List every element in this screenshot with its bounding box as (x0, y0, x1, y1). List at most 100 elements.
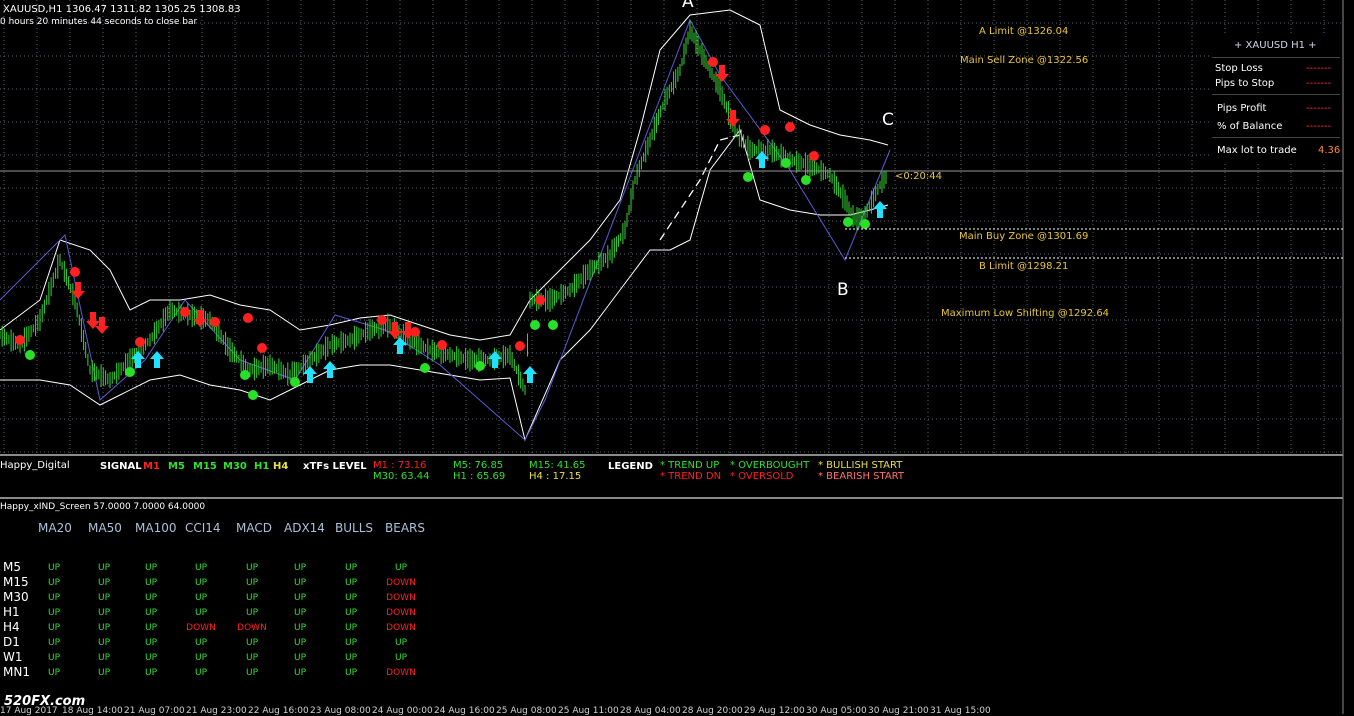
screen-row-tf: MN1 (3, 665, 30, 679)
legend-trend-dn: * TREND DN (660, 471, 722, 482)
bearish-dot (15, 335, 25, 345)
screen-cell: UP (293, 638, 306, 648)
bullish-dot (290, 377, 300, 387)
bearish-dot (785, 122, 795, 132)
screen-cell: UP (344, 623, 357, 633)
screen-cell: UP (194, 653, 207, 663)
bar-timer: 0 hours 20 minutes 44 seconds to close b… (0, 17, 198, 27)
time-axis-label: 28 Aug 20:00 (682, 706, 743, 716)
screen-cell: UP (293, 563, 306, 573)
bar-countdown: <0:20:44 (895, 171, 942, 182)
screen-cell: UP (97, 608, 110, 618)
price-chart[interactable] (0, 0, 1354, 714)
xtfs-level-label: xTFs LEVEL (303, 461, 367, 472)
screen-title: Happy_xIND_Screen 57.0000 7.0000 64.0000 (0, 502, 206, 512)
screen-header: MA100 (135, 521, 177, 535)
sell-arrow (95, 317, 109, 334)
signal-tf-m30: M30 (223, 461, 247, 472)
wave-label-a: A (682, 0, 694, 12)
signal-tf-m1: M1 (143, 461, 160, 472)
level-m5: M5: 76.85 (453, 460, 504, 471)
screen-cell: UP (144, 578, 157, 588)
screen-cell: UP (245, 608, 258, 618)
level-m1: M1 : 73.16 (373, 460, 427, 471)
bearish-dot (243, 313, 253, 323)
buy-arrow (873, 201, 887, 218)
signal-tf-h4: H4 (273, 461, 289, 472)
screen-cell: UP (245, 653, 258, 663)
bearish-dot (180, 307, 190, 317)
screen-header: MA20 (38, 521, 72, 535)
lower-band (0, 128, 889, 442)
screen-cell: UP (144, 608, 157, 618)
bullish-dot (475, 361, 485, 371)
screen-cell: UP (245, 668, 258, 678)
level-h1: H1 : 65.69 (453, 471, 506, 482)
screen-cell: UP (344, 608, 357, 618)
screen-cell: UP (97, 653, 110, 663)
screen-cell: UP (293, 668, 306, 678)
screen-cell: UP (144, 638, 157, 648)
bullish-dot (781, 158, 791, 168)
screen-cell: UP (293, 608, 306, 618)
screen-cell: UP (344, 653, 357, 663)
bearish-dot (135, 337, 145, 347)
screen-cell: UP (293, 578, 306, 588)
b-limit-label: B Limit @1298.21 (979, 261, 1069, 272)
bullish-dot (843, 217, 853, 227)
signal-tf-m15: M15 (193, 461, 217, 472)
bearish-dot (210, 317, 220, 327)
trade-panel: + XAUUSD H1 + Stop Loss ------- Pips to … (1210, 36, 1342, 162)
main-buy-zone-label: Main Buy Zone @1301.69 (959, 231, 1089, 242)
legend-overbought: * OVERBOUGHT (730, 460, 810, 471)
sell-arrow (715, 65, 729, 82)
screen-cell: UP (194, 608, 207, 618)
legend-bearish-start: * BEARISH START (818, 471, 904, 482)
screen-header: BEARS (385, 521, 425, 535)
screen-row-tf: M30 (3, 590, 29, 604)
buy-arrow (150, 351, 164, 368)
screen-cell: UP (47, 668, 60, 678)
bullish-dot (25, 350, 35, 360)
panel-max-lot-value: 4.36 (1318, 145, 1341, 156)
legend-trend-up: * TREND UP (660, 460, 720, 471)
screen-cell: UP (344, 593, 357, 603)
time-axis-label: 23 Aug 08:00 (310, 706, 371, 716)
screen-cell: UP (47, 608, 60, 618)
upper-band (0, 9, 889, 341)
screen-row-tf: M15 (3, 575, 29, 589)
level-m30: M30: 63.44 (373, 471, 430, 482)
wave-label-b: B (837, 280, 849, 300)
zigzag-line (0, 18, 891, 441)
level-h4: H4 : 17.15 (529, 471, 582, 482)
sell-arrow (193, 310, 207, 327)
bearish-dot (809, 151, 819, 161)
screen-cell: DOWN (386, 578, 416, 588)
panel-max-lot-label: Max lot to trade (1217, 145, 1297, 156)
screen-cell: UP (144, 653, 157, 663)
bearish-dot (70, 267, 80, 277)
symbol-info: XAUUSD,H1 1306.47 1311.82 1305.25 1308.8… (3, 4, 241, 15)
screen-cell: UP (293, 593, 306, 603)
screen-cell: UP (293, 653, 306, 663)
screen-cell: UP (47, 638, 60, 648)
screen-cell: DOWN (386, 668, 416, 678)
bullish-dot (860, 219, 870, 229)
bullish-dot (801, 175, 811, 185)
bearish-dot (377, 315, 387, 325)
legend-bullish-start: * BULLISH START (818, 460, 903, 471)
screen-cell: UP (394, 563, 407, 573)
max-low-label: Maximum Low Shifting @1292.64 (941, 308, 1110, 319)
screen-cell: DOWN (386, 623, 416, 633)
time-axis-label: 28 Aug 04:00 (620, 706, 681, 716)
screen-cell: UP (194, 668, 207, 678)
screen-cell: UP (97, 578, 110, 588)
bullish-dot (240, 370, 250, 380)
screen-cell: UP (344, 638, 357, 648)
screen-cell: UP (194, 593, 207, 603)
panel-pips-stop-value: ------- (1306, 78, 1332, 89)
screen-cell: UP (245, 638, 258, 648)
screen-row-tf: M5 (3, 560, 21, 574)
screen-cell: UP (144, 623, 157, 633)
time-axis-label: 29 Aug 12:00 (744, 706, 805, 716)
